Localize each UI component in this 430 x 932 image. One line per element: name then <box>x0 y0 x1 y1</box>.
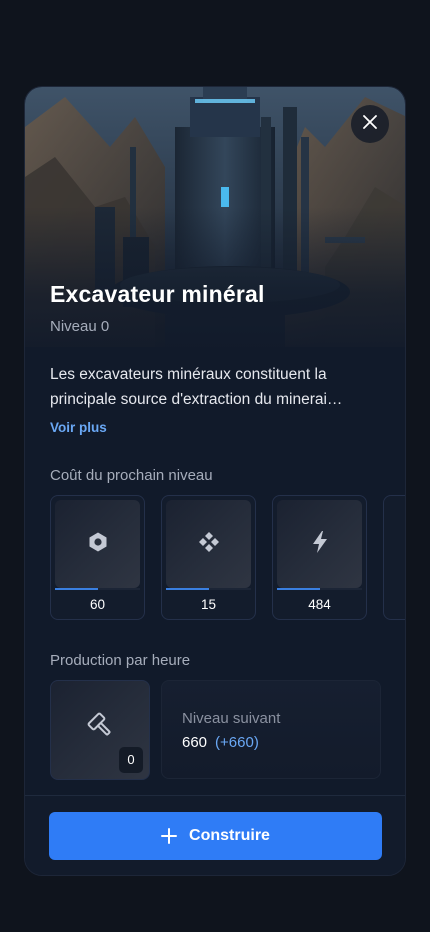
see-more-link[interactable]: Voir plus <box>50 420 107 435</box>
cost-item-partial[interactable] <box>383 495 405 620</box>
build-button-label: Construire <box>189 827 270 844</box>
close-icon <box>362 114 378 135</box>
cost-list: 60 15 484 <box>50 495 405 621</box>
building-description: Les excavateurs minéraux constituent la … <box>50 366 343 408</box>
cost-value: 484 <box>308 597 331 612</box>
cost-item-hexagon[interactable]: 60 <box>50 495 145 620</box>
cost-value: 60 <box>89 597 106 612</box>
close-button[interactable] <box>351 105 389 143</box>
next-level-values: 660 (+660) <box>182 734 259 751</box>
production-section-label: Production par heure <box>50 652 191 669</box>
building-title: Excavateur minéral <box>50 281 265 307</box>
cost-value: 15 <box>200 597 217 612</box>
cost-item-lightning[interactable]: 484 <box>272 495 367 620</box>
cost-progress-bar <box>55 588 140 590</box>
build-button[interactable]: Construire <box>49 812 382 860</box>
cost-progress-fill <box>277 588 320 590</box>
next-level-panel: Niveau suivant 660 (+660) <box>161 680 381 779</box>
building-modal: Excavateur minéral Niveau 0 Les excavate… <box>24 86 406 876</box>
hammer-icon <box>86 711 114 744</box>
next-level-label: Niveau suivant <box>182 710 281 727</box>
lightning-icon <box>310 530 330 559</box>
cost-progress-fill <box>166 588 209 590</box>
production-card: 0 <box>50 680 150 780</box>
next-level-delta: (+660) <box>215 734 259 751</box>
cost-section-label: Coût du prochain niveau <box>50 467 213 484</box>
building-level: Niveau 0 <box>50 318 110 335</box>
modal-footer: Construire <box>25 795 405 875</box>
plus-icon <box>161 828 178 844</box>
cost-progress-fill <box>55 588 98 590</box>
next-level-value: 660 <box>182 734 208 751</box>
cost-progress-bar <box>166 588 251 590</box>
production-level-badge: 0 <box>119 747 143 773</box>
cost-item-diamond[interactable]: 15 <box>161 495 256 620</box>
cost-progress-bar <box>277 588 362 590</box>
hexagon-icon <box>87 531 109 558</box>
diamond-cluster-icon <box>198 531 220 558</box>
